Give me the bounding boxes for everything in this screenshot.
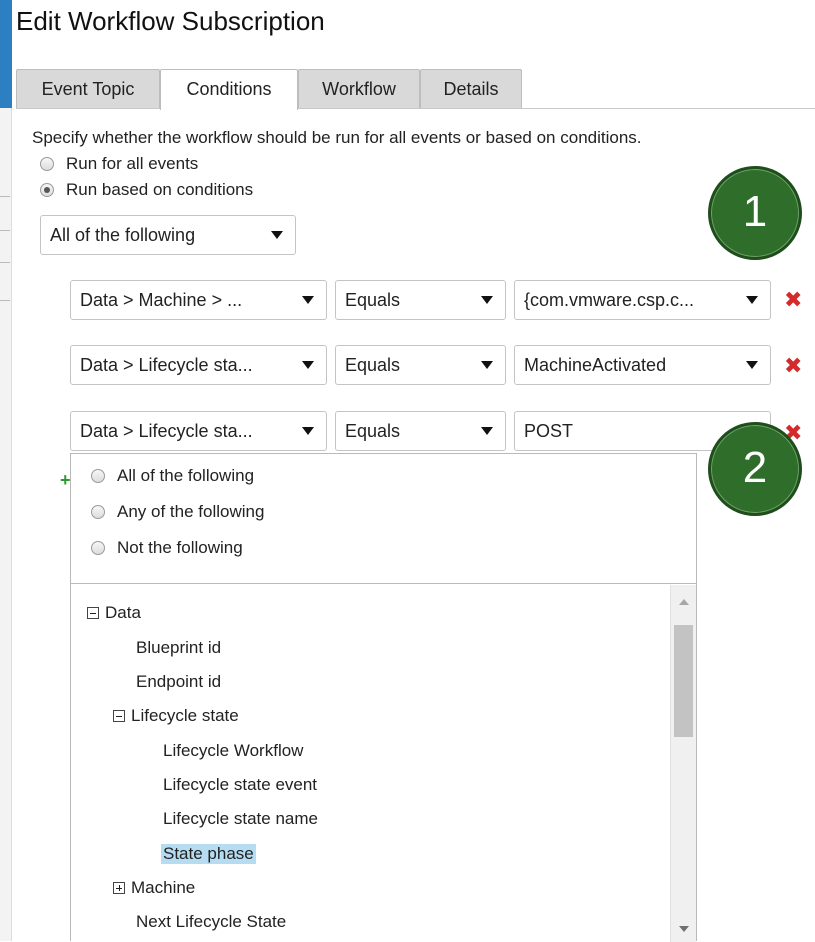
tree-node-label: Data [105, 603, 141, 622]
chevron-down-icon [481, 296, 493, 304]
tree-node-lifecycle-state-event[interactable]: Lifecycle state event [163, 775, 317, 795]
field-tree: Data Blueprint id Endpoint id Lifecycle … [71, 585, 671, 942]
conditions-intro-text: Specify whether the workflow should be r… [32, 128, 642, 147]
run-all-events-radio[interactable] [40, 157, 54, 171]
tree-node-label: Lifecycle state name [163, 809, 318, 828]
chevron-down-icon [271, 231, 283, 239]
condition-value-select[interactable]: {com.vmware.csp.c... [514, 280, 771, 320]
condition-field-select[interactable]: Data > Lifecycle sta... [70, 411, 327, 451]
tree-node-state-phase[interactable]: State phase [161, 844, 256, 864]
tree-node-next-lifecycle-state[interactable]: Next Lifecycle State [136, 912, 286, 932]
group-options: All of the following Any of the followin… [71, 454, 696, 584]
tree-node-label: Endpoint id [136, 672, 222, 691]
background-divider [0, 300, 10, 301]
tree-node-data[interactable]: Data [87, 603, 141, 623]
option-radio[interactable] [91, 541, 105, 555]
chevron-down-icon [302, 361, 314, 369]
run-based-on-conditions-radio[interactable] [40, 183, 54, 197]
tree-node-machine[interactable]: Machine [113, 878, 195, 898]
option-any-of-the-following[interactable]: Any of the following [91, 502, 264, 522]
option-label: Any of the following [117, 502, 265, 521]
callout-badge-2: 2 [708, 422, 802, 516]
tab-workflow[interactable]: Workflow [298, 69, 420, 109]
condition-value-value: {com.vmware.csp.c... [524, 289, 695, 310]
run-based-on-conditions-option[interactable]: Run based on conditions [40, 180, 253, 200]
chevron-down-icon [302, 427, 314, 435]
tree-node-label: Next Lifecycle State [136, 912, 287, 931]
group-operator-select[interactable]: All of the following [40, 215, 296, 255]
chevron-down-icon [746, 296, 758, 304]
condition-operator-value: Equals [345, 354, 401, 375]
option-label: Not the following [117, 538, 243, 557]
tree-node-label: Blueprint id [136, 638, 222, 657]
tree-node-blueprint-id[interactable]: Blueprint id [136, 638, 221, 658]
tree-node-lifecycle-state-name[interactable]: Lifecycle state name [163, 809, 318, 829]
background-header-accent [0, 0, 12, 108]
condition-value-value: MachineActivated [524, 354, 667, 375]
background-divider [0, 262, 10, 263]
scroll-down-icon[interactable] [679, 926, 689, 932]
condition-field-select[interactable]: Data > Lifecycle sta... [70, 345, 327, 385]
remove-condition-icon[interactable]: ✖ [784, 289, 802, 311]
condition-operator-select[interactable]: Equals [335, 345, 506, 385]
option-all-of-the-following[interactable]: All of the following [91, 466, 254, 486]
background-window-strip [0, 0, 12, 941]
remove-condition-icon[interactable]: ✖ [784, 355, 802, 377]
scrollbar-thumb[interactable] [674, 625, 693, 737]
callout-badge-1: 1 [708, 166, 802, 260]
tab-divider [16, 108, 815, 109]
collapse-icon[interactable] [87, 607, 99, 619]
tab-conditions[interactable]: Conditions [160, 69, 298, 110]
condition-operator-select[interactable]: Equals [335, 411, 506, 451]
chevron-down-icon [746, 361, 758, 369]
field-selector-dropdown: All of the following Any of the followin… [70, 453, 697, 942]
chevron-down-icon [481, 427, 493, 435]
condition-field-value: Data > Lifecycle sta... [80, 354, 253, 375]
tab-event-topic[interactable]: Event Topic [16, 69, 160, 109]
run-all-events-option[interactable]: Run for all events [40, 154, 198, 174]
tree-node-lifecycle-state[interactable]: Lifecycle state [113, 706, 239, 726]
tree-node-label: Lifecycle state [131, 706, 239, 725]
condition-field-value: Data > Machine > ... [80, 289, 243, 310]
tree-node-label: Lifecycle Workflow [163, 741, 304, 760]
tree-node-label: Machine [131, 878, 196, 897]
option-radio[interactable] [91, 469, 105, 483]
group-operator-value: All of the following [50, 224, 196, 245]
condition-operator-value: Equals [345, 420, 401, 441]
condition-field-value: Data > Lifecycle sta... [80, 420, 253, 441]
run-based-on-conditions-label: Run based on conditions [66, 180, 254, 199]
option-radio[interactable] [91, 505, 105, 519]
scroll-up-icon[interactable] [679, 599, 689, 605]
background-divider [0, 196, 10, 197]
condition-field-select[interactable]: Data > Machine > ... [70, 280, 327, 320]
condition-value-select[interactable]: MachineActivated [514, 345, 771, 385]
chevron-down-icon [302, 296, 314, 304]
expand-icon[interactable] [113, 882, 125, 894]
option-not-the-following[interactable]: Not the following [91, 538, 243, 558]
condition-operator-value: Equals [345, 289, 401, 310]
tree-scrollbar[interactable] [670, 585, 696, 942]
tree-node-label: Lifecycle state event [163, 775, 318, 794]
tree-node-endpoint-id[interactable]: Endpoint id [136, 672, 221, 692]
background-divider [0, 230, 10, 231]
tree-node-lifecycle-workflow[interactable]: Lifecycle Workflow [163, 741, 303, 761]
chevron-down-icon [481, 361, 493, 369]
add-condition-icon[interactable]: + [60, 470, 71, 491]
tab-details[interactable]: Details [420, 69, 522, 109]
run-all-events-label: Run for all events [66, 154, 199, 173]
condition-operator-select[interactable]: Equals [335, 280, 506, 320]
tree-node-label: State phase [161, 844, 256, 864]
dialog-title: Edit Workflow Subscription [16, 6, 325, 36]
collapse-icon[interactable] [113, 710, 125, 722]
option-label: All of the following [117, 466, 255, 485]
